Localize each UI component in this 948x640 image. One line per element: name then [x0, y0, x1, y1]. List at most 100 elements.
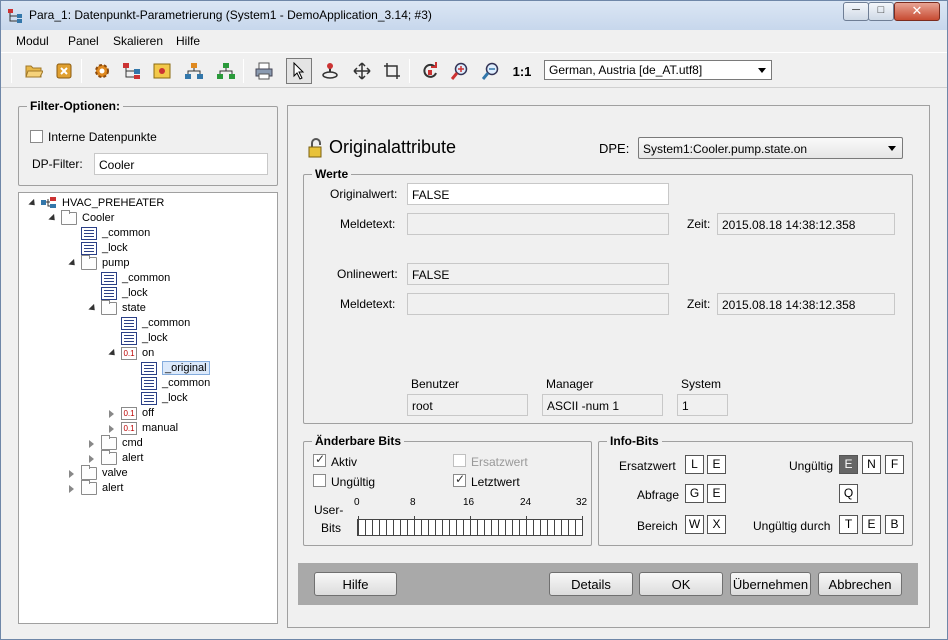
- user-bit-tick: [421, 520, 422, 536]
- expanded-arrow-icon[interactable]: [68, 258, 78, 269]
- ersatzwert-checkbox[interactable]: [453, 454, 466, 467]
- zoom-in-button[interactable]: [447, 58, 473, 84]
- folder-icon: [101, 435, 117, 450]
- minimize-button[interactable]: ─: [843, 2, 869, 21]
- image-button[interactable]: [149, 58, 175, 84]
- zoom-reset-button[interactable]: 1:1: [509, 58, 535, 84]
- print-icon: [255, 62, 273, 80]
- user-bit-tick: [463, 520, 464, 536]
- letztwert-checkbox[interactable]: [453, 472, 466, 487]
- user-bit-tick: [533, 520, 534, 536]
- collapsed-arrow-icon[interactable]: [109, 410, 114, 418]
- apply-button[interactable]: Übernehmen: [730, 572, 811, 596]
- meldetext-online-label: Meldetext:: [340, 297, 396, 311]
- system-label: System: [681, 377, 722, 391]
- open-folder-button[interactable]: [21, 58, 47, 84]
- hierarchy-orange-button[interactable]: [181, 58, 207, 84]
- move-button[interactable]: [349, 58, 375, 84]
- dp-filter-input[interactable]: Cooler: [94, 153, 268, 175]
- title-bar[interactable]: Para_1: Datenpunkt-Parametrierung (Syste…: [1, 1, 947, 30]
- zeit-online-field: 2015.08.18 14:38:12.358: [717, 293, 895, 315]
- dpe-select[interactable]: System1:Cooler.pump.state.on: [638, 137, 903, 159]
- letztwert-label: Letztwert: [471, 475, 520, 489]
- pointer-button[interactable]: [286, 58, 312, 84]
- bit-ersatz-l: L: [685, 455, 704, 474]
- folder-icon: [81, 480, 97, 495]
- tree-node-label: state: [122, 302, 146, 314]
- hierarchy-green-button[interactable]: [213, 58, 239, 84]
- ok-button[interactable]: OK: [639, 572, 723, 596]
- user-bit-tick: [456, 520, 457, 536]
- chevron-down-icon: [888, 146, 896, 151]
- collapsed-arrow-icon[interactable]: [89, 440, 94, 448]
- collapsed-arrow-icon[interactable]: [109, 425, 114, 433]
- maximize-button[interactable]: □: [868, 2, 894, 21]
- user-bit-tick: [484, 520, 485, 536]
- user-bit-tick: [442, 520, 443, 536]
- close-module-button[interactable]: [51, 58, 77, 84]
- aktiv-checkbox[interactable]: [313, 452, 326, 467]
- tree-node-label: _lock: [102, 242, 128, 254]
- config-icon: [141, 392, 157, 405]
- bit-q: Q: [839, 484, 858, 503]
- aktiv-label: Aktiv: [331, 455, 358, 469]
- toolbar: 1:1 German, Austria [de_AT.utf8]: [1, 52, 947, 88]
- ungueltig-checkbox[interactable]: [313, 474, 326, 487]
- info-ungueltig-durch-label: Ungültig durch: [753, 519, 831, 533]
- collapsed-arrow-icon[interactable]: [69, 470, 74, 478]
- chevron-down-icon: [758, 68, 766, 73]
- panel-title: Originalattribute: [329, 137, 457, 157]
- tree-node-label: _lock: [122, 287, 148, 299]
- hierarchy-green-icon: [217, 63, 235, 79]
- print-button[interactable]: [251, 58, 277, 84]
- menu-hilfe[interactable]: Hilfe: [176, 34, 200, 48]
- user-bit-tick: [568, 520, 569, 536]
- maximize-icon: □: [877, 4, 885, 16]
- settings-button[interactable]: [89, 58, 115, 84]
- user-bits-bar[interactable]: [357, 516, 583, 536]
- move-icon: [353, 62, 371, 80]
- open-folder-icon: [25, 65, 43, 78]
- refresh-button[interactable]: [417, 58, 443, 84]
- internal-datapoints-checkbox[interactable]: [30, 130, 43, 143]
- tree-nodes-button[interactable]: [119, 58, 145, 84]
- folder-icon: [61, 210, 77, 225]
- bit-bereich-w: W: [685, 515, 704, 534]
- user-bit-tick: [561, 520, 562, 536]
- expanded-arrow-icon[interactable]: [48, 213, 58, 224]
- dp-filter-label: DP-Filter:: [32, 157, 83, 171]
- menu-modul[interactable]: Modul: [16, 34, 49, 48]
- config-icon: [101, 287, 117, 300]
- expanded-arrow-icon[interactable]: [88, 303, 98, 314]
- expanded-arrow-icon[interactable]: [108, 348, 118, 359]
- toolbar-separator: [81, 59, 82, 83]
- details-button[interactable]: Details: [549, 572, 633, 596]
- datapoint-tree[interactable]: HVAC_PREHEATER Cooler _common _lock pump _com…: [18, 192, 278, 624]
- menu-skalieren[interactable]: Skalieren: [113, 34, 163, 48]
- language-select[interactable]: German, Austria [de_AT.utf8]: [544, 60, 772, 80]
- bit-bereich-x: X: [707, 515, 726, 534]
- user-bit-tick: [575, 520, 576, 536]
- user-bit-tick: [526, 516, 527, 536]
- originalwert-input[interactable]: FALSE: [407, 183, 669, 205]
- collapsed-arrow-icon[interactable]: [89, 455, 94, 463]
- toolbar-grip: [11, 59, 12, 83]
- info-bits-title: Info-Bits: [607, 434, 662, 448]
- zoom-out-icon: [482, 62, 499, 80]
- toolbar-separator: [243, 59, 244, 83]
- bit-ersatz-e: E: [707, 455, 726, 474]
- expanded-arrow-icon[interactable]: [28, 198, 38, 209]
- collapsed-arrow-icon[interactable]: [69, 485, 74, 493]
- help-button[interactable]: Hilfe: [314, 572, 397, 596]
- hierarchy-orange-icon: [185, 63, 203, 79]
- tree-nodes-icon: [123, 63, 140, 79]
- rotate-button[interactable]: [317, 58, 343, 84]
- close-button[interactable]: ✕: [894, 2, 940, 21]
- bit-ungueltig-n: N: [862, 455, 881, 474]
- menu-panel[interactable]: Panel: [68, 34, 99, 48]
- tree-node-label: manual: [142, 422, 179, 434]
- cancel-button[interactable]: Abbrechen: [818, 572, 902, 596]
- crop-button[interactable]: [379, 58, 405, 84]
- zoom-out-button[interactable]: [478, 58, 504, 84]
- menu-bar: Modul Panel Skalieren Hilfe: [1, 31, 947, 51]
